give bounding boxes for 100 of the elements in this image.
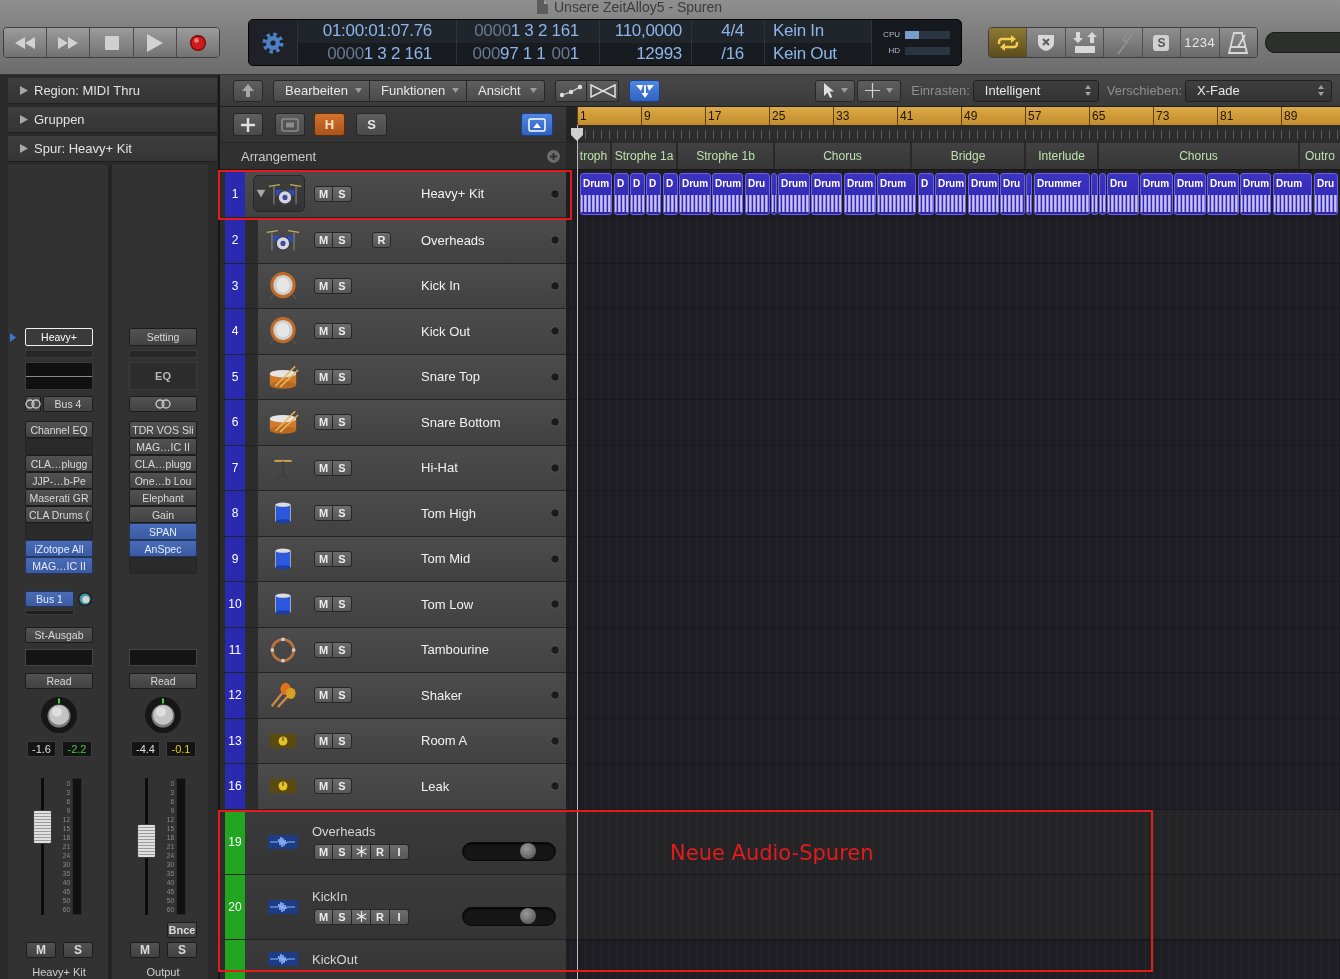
midi-region[interactable]: Drummer xyxy=(1034,172,1090,215)
volume-slider-track[interactable] xyxy=(462,906,556,926)
master-volume-track[interactable] xyxy=(1265,32,1340,53)
setting-button[interactable]: Setting xyxy=(129,328,197,346)
plugin-slot[interactable]: Channel EQ xyxy=(25,421,93,438)
setting-button[interactable]: Heavy+ xyxy=(25,328,93,346)
snap-select[interactable]: Intelligent xyxy=(972,79,1099,102)
pan-knob[interactable] xyxy=(145,697,181,733)
fast-forward-button[interactable] xyxy=(47,28,91,57)
pan-knob[interactable] xyxy=(41,697,77,733)
section-header[interactable]: Spur: Heavy+ Kit xyxy=(8,136,217,162)
automation-mode-button[interactable]: Read xyxy=(25,673,93,689)
section-header[interactable]: Region: MIDI Thru xyxy=(8,78,217,104)
plugin-slot[interactable]: CLA…plugg xyxy=(129,455,197,472)
solo-button[interactable]: S xyxy=(333,732,352,749)
mute-button[interactable]: M xyxy=(314,185,333,202)
midi-region[interactable]: D xyxy=(663,172,678,215)
eq-display[interactable]: EQ xyxy=(129,362,197,390)
menu-button[interactable]: Bearbeiten xyxy=(273,79,370,102)
hide-button[interactable]: H xyxy=(314,113,345,136)
add-marker-icon[interactable] xyxy=(547,149,560,163)
mute-button[interactable]: M xyxy=(314,368,333,385)
midi-region[interactable]: Drum xyxy=(1140,172,1173,215)
solo-button[interactable]: S xyxy=(333,232,352,249)
solo-button[interactable]: S xyxy=(333,277,352,294)
midi-region[interactable]: Dru xyxy=(1107,172,1139,215)
mute-button[interactable]: M xyxy=(314,687,333,704)
plugin-slot[interactable]: MAG…IC II xyxy=(129,438,197,455)
freeze-button[interactable] xyxy=(352,908,371,925)
plugin-slot[interactable]: One…b Lou xyxy=(129,472,197,489)
plugin-slot[interactable]: AnSpec xyxy=(129,540,197,557)
mute-button[interactable]: M xyxy=(314,843,333,860)
mute-button[interactable]: M xyxy=(314,505,333,522)
eq-display[interactable] xyxy=(25,362,93,390)
drag-select[interactable]: X-Fade xyxy=(1185,79,1332,102)
input-button[interactable]: Bus 4 xyxy=(43,396,93,412)
plugin-slot[interactable]: Gain xyxy=(129,506,197,523)
plugin-slot[interactable]: SPAN xyxy=(129,523,197,540)
playhead-marker-icon[interactable] xyxy=(571,128,583,141)
midi-region[interactable]: D xyxy=(630,172,645,215)
midi-region[interactable]: Drum xyxy=(844,172,876,215)
record-enable-button[interactable]: R xyxy=(371,843,390,860)
catch-button[interactable] xyxy=(629,79,660,102)
midi-region[interactable]: Drum xyxy=(1240,172,1271,215)
rewind-button[interactable] xyxy=(4,28,48,57)
mute-button[interactable]: M xyxy=(314,596,333,613)
mute-button[interactable]: M xyxy=(314,778,333,795)
solo-button[interactable]: S xyxy=(333,843,352,860)
midi-region[interactable]: Drum xyxy=(580,172,612,215)
count-in-button[interactable]: 1234 xyxy=(1181,28,1220,57)
menu-button[interactable]: Funktionen xyxy=(370,79,467,102)
automation-button[interactable] xyxy=(555,79,587,102)
settings-icon[interactable] xyxy=(262,31,284,54)
output-button[interactable]: St-Ausgab xyxy=(25,627,93,643)
midi-region[interactable]: Drum xyxy=(877,172,916,215)
section-header[interactable]: Gruppen xyxy=(8,107,217,133)
plugin-slot[interactable]: Maserati GR xyxy=(25,489,93,506)
midi-region[interactable]: D xyxy=(918,172,934,215)
solo-button[interactable]: S xyxy=(333,550,352,567)
midi-region[interactable]: Dru xyxy=(745,172,770,215)
plugin-slot[interactable]: Elephant xyxy=(129,489,197,506)
volume-slider-thumb[interactable] xyxy=(520,908,536,924)
plugin-slot[interactable]: MAG…IC II xyxy=(25,557,93,574)
arrangement-marker[interactable]: Bridge xyxy=(912,143,1024,169)
arrangement-marker[interactable]: Chorus xyxy=(775,143,910,169)
mute-button[interactable]: M xyxy=(314,459,333,476)
plugin-slot[interactable]: CLA…plugg xyxy=(25,455,93,472)
solo-button[interactable]: S xyxy=(333,323,352,340)
midi-region[interactable]: Drum xyxy=(1174,172,1206,215)
midi-region[interactable]: Drum xyxy=(1207,172,1239,215)
midi-region[interactable]: Drum xyxy=(679,172,711,215)
plugin-slot[interactable]: TDR VOS Sli xyxy=(129,421,197,438)
send-button[interactable]: Bus 1 xyxy=(25,591,74,607)
stereo-link-button[interactable] xyxy=(129,396,197,412)
midi-region[interactable]: Drum xyxy=(968,172,999,215)
arrangement-marker[interactable]: Chorus xyxy=(1099,143,1298,169)
bounce-button[interactable]: Bnce xyxy=(167,922,197,938)
arrangement-marker[interactable]: Interlude xyxy=(1026,143,1097,169)
plugin-slot[interactable]: JJP-…b-Pe xyxy=(25,472,93,489)
solo-button[interactable]: S xyxy=(333,185,352,202)
solo-button[interactable]: S xyxy=(1142,28,1182,57)
midi-region[interactable] xyxy=(1099,172,1106,215)
up-button[interactable] xyxy=(233,79,263,102)
solo-button[interactable]: S xyxy=(333,459,352,476)
solo-button[interactable]: S xyxy=(333,414,352,431)
metronome-button[interactable] xyxy=(1219,28,1257,57)
midi-region[interactable] xyxy=(771,172,777,215)
midi-region[interactable] xyxy=(1026,172,1032,215)
solo-button[interactable]: S xyxy=(356,113,387,136)
cycle-button[interactable] xyxy=(989,28,1028,57)
fader-thumb[interactable] xyxy=(33,809,52,844)
play-button[interactable] xyxy=(133,28,177,57)
freeze-button[interactable] xyxy=(352,843,371,860)
solo-button[interactable]: S xyxy=(167,942,197,958)
solo-button[interactable]: S xyxy=(333,687,352,704)
mute-button[interactable]: M xyxy=(314,232,333,249)
mute-button[interactable]: M xyxy=(314,641,333,658)
mute-button[interactable]: M xyxy=(26,942,56,958)
mute-button[interactable]: M xyxy=(130,942,160,958)
solo-button[interactable]: S xyxy=(333,908,352,925)
